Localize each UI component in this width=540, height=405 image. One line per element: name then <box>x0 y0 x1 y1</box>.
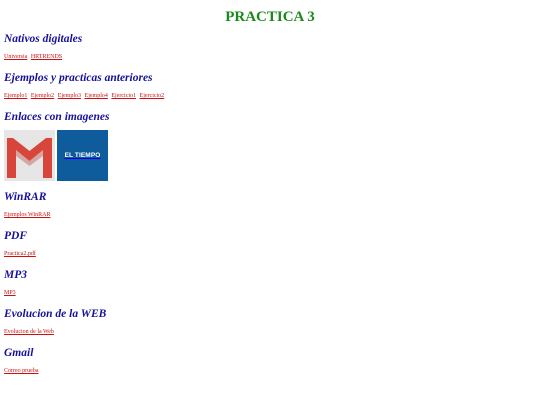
section-heading-gmail: Gmail <box>4 347 34 359</box>
link-ejemplo3[interactable]: Ejemplo3 <box>58 93 81 99</box>
links-mp3: MP3 <box>4 289 536 297</box>
link-ejemplos-winrar[interactable]: Ejemplos WinRAR <box>4 212 50 218</box>
section-heading-nativos-digitales: Nativos digitales <box>4 33 83 45</box>
link-practica2-pdf[interactable]: Practica2.pdf <box>4 251 36 257</box>
links-pdf: Practica2.pdf <box>4 250 536 258</box>
links-evolucion-web: Evolucion de la Web <box>4 328 536 336</box>
page-title: PRACTICA 3 <box>225 9 315 25</box>
link-correo-prueba[interactable]: Correo prueba <box>4 368 39 374</box>
links-gmail: Correo prueba <box>4 367 536 375</box>
links-ejemplos: Ejemplo1 Ejemplo2 Ejemplo3 Ejemplo4 Ejer… <box>4 92 536 100</box>
link-ejemplo2[interactable]: Ejemplo2 <box>31 93 54 99</box>
section-heading-enlaces-imagenes: Enlaces con imagenes <box>4 111 110 123</box>
gmail-logo-icon <box>4 130 55 181</box>
gmail-image-link[interactable] <box>4 130 55 181</box>
section-heading-mp3: MP3 <box>4 269 27 281</box>
link-ejercicio2[interactable]: Ejercicio2 <box>140 93 165 99</box>
link-mp3[interactable]: MP3 <box>4 290 16 296</box>
image-links: EL TIEMPO <box>4 130 536 181</box>
section-heading-evolucion-web: Evolucion de la WEB <box>4 308 107 320</box>
link-ejemplo4[interactable]: Ejemplo4 <box>85 93 108 99</box>
link-ejercicio1[interactable]: Ejercicio1 <box>111 93 136 99</box>
links-winrar: Ejemplos WinRAR <box>4 211 536 219</box>
page: PRACTICA 3 Nativos digitales Universia H… <box>0 8 540 375</box>
section-heading-pdf: PDF <box>4 230 27 242</box>
section-heading-ejemplos: Ejemplos y practicas anteriores <box>4 72 153 84</box>
el-tiempo-logo-text: EL TIEMPO <box>64 152 101 159</box>
link-ejemplo1[interactable]: Ejemplo1 <box>4 93 27 99</box>
link-evolucion-web[interactable]: Evolucion de la Web <box>4 329 54 335</box>
section-heading-winrar: WinRAR <box>4 191 47 203</box>
link-hrtrends[interactable]: HRTRENDS <box>31 54 62 60</box>
el-tiempo-image-link[interactable]: EL TIEMPO <box>57 130 108 181</box>
link-universia[interactable]: Universia <box>4 54 27 60</box>
links-nativos-digitales: Universia HRTRENDS <box>4 53 536 61</box>
